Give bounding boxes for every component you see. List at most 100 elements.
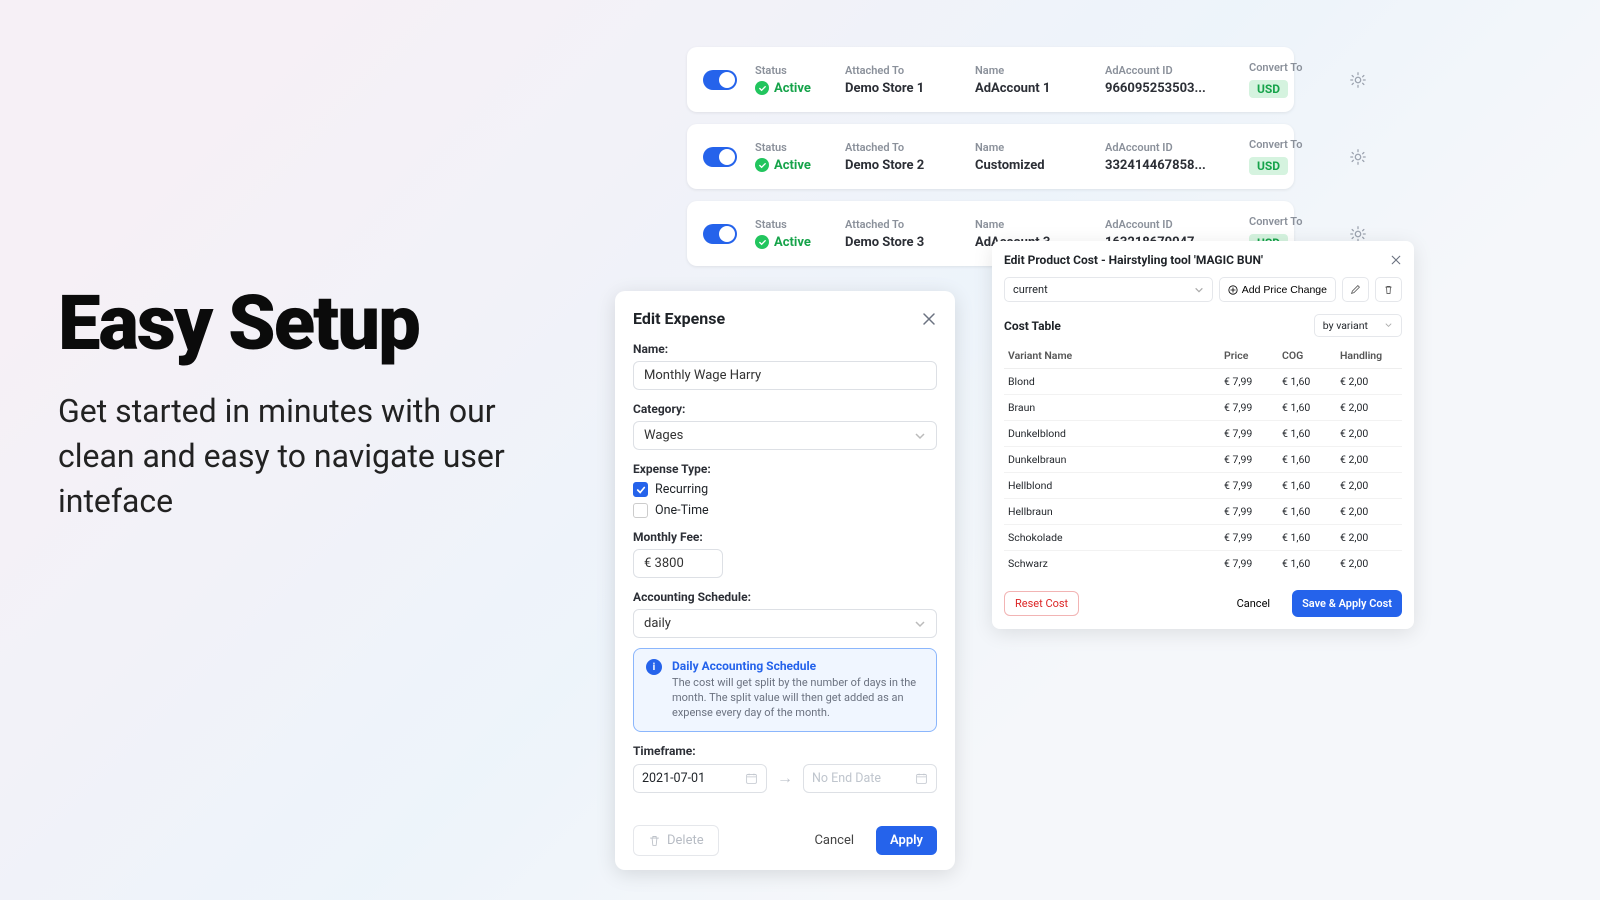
cost-modal-title: Edit Product Cost - Hairstyling tool 'MA…	[1004, 253, 1263, 267]
cancel-button[interactable]: Cancel	[800, 826, 868, 855]
chevron-down-icon	[914, 618, 926, 630]
convert-to-label: Convert To	[1249, 61, 1331, 74]
handling-cell: € 2,00	[1340, 401, 1398, 414]
cog-cell: € 1,60	[1282, 557, 1340, 570]
edit-expense-modal: Edit Expense Name: Category: Wages Expen…	[615, 291, 955, 870]
hero-subtitle: Get started in minutes with our clean an…	[58, 389, 558, 523]
fee-label: Monthly Fee:	[633, 530, 937, 544]
adaccount-id-label: AdAccount ID	[1105, 141, 1231, 154]
onetime-checkbox[interactable]	[633, 503, 648, 518]
table-row: Braun € 7,99 € 1,60 € 2,00	[1004, 395, 1402, 421]
schedule-info-box: i Daily Accounting Schedule The cost wil…	[633, 648, 937, 732]
gear-icon[interactable]	[1349, 225, 1367, 243]
handling-cell: € 2,00	[1340, 453, 1398, 466]
plus-circle-icon	[1228, 285, 1238, 295]
check-circle-icon	[755, 158, 769, 172]
variant-cell: Dunkelbraun	[1008, 453, 1224, 466]
col-handling: Handling	[1340, 349, 1398, 362]
close-icon[interactable]	[921, 311, 937, 327]
save-apply-button[interactable]: Save & Apply Cost	[1292, 590, 1402, 617]
attached-to-label: Attached To	[845, 64, 957, 77]
price-cell: € 7,99	[1224, 375, 1282, 388]
check-circle-icon	[755, 81, 769, 95]
cost-table-title: Cost Table	[1004, 319, 1061, 333]
attached-to-label: Attached To	[845, 218, 957, 231]
add-price-change-button[interactable]: Add Price Change	[1219, 277, 1336, 302]
status-value: Active	[755, 235, 827, 250]
end-date-input[interactable]: No End Date	[803, 764, 937, 793]
table-row: Dunkelbraun € 7,99 € 1,60 € 2,00	[1004, 447, 1402, 473]
category-select[interactable]: Wages	[633, 421, 937, 450]
name-value: AdAccount 1	[975, 81, 1087, 96]
price-cell: € 7,99	[1224, 505, 1282, 518]
variant-cell: Hellbraun	[1008, 505, 1224, 518]
trash-icon	[648, 834, 661, 847]
info-icon: i	[646, 659, 662, 675]
account-toggle[interactable]	[703, 147, 737, 167]
gear-icon[interactable]	[1349, 148, 1367, 166]
price-cell: € 7,99	[1224, 401, 1282, 414]
cog-cell: € 1,60	[1282, 375, 1340, 388]
table-row: Blond € 7,99 € 1,60 € 2,00	[1004, 369, 1402, 395]
cog-cell: € 1,60	[1282, 479, 1340, 492]
price-cell: € 7,99	[1224, 453, 1282, 466]
account-toggle[interactable]	[703, 224, 737, 244]
adaccount-id-value: 966095253503...	[1105, 81, 1231, 96]
cog-cell: € 1,60	[1282, 453, 1340, 466]
category-label: Category:	[633, 402, 937, 416]
table-header-row: Variant Name Price COG Handling	[1004, 343, 1402, 369]
table-row: Hellbraun € 7,99 € 1,60 € 2,00	[1004, 499, 1402, 525]
adaccount-id-label: AdAccount ID	[1105, 64, 1231, 77]
col-price: Price	[1224, 349, 1282, 362]
period-select[interactable]: current	[1004, 277, 1213, 302]
price-cell: € 7,99	[1224, 479, 1282, 492]
handling-cell: € 2,00	[1340, 479, 1398, 492]
edit-button[interactable]	[1342, 277, 1369, 302]
name-value: Customized	[975, 158, 1087, 173]
account-card: Status Active Attached To Demo Store 1 N…	[687, 47, 1294, 112]
start-date-input[interactable]: 2021-07-01	[633, 764, 767, 793]
attached-to-value: Demo Store 2	[845, 158, 957, 173]
hero-title: Easy Setup	[58, 285, 558, 361]
reset-cost-button[interactable]: Reset Cost	[1004, 591, 1079, 616]
variant-cell: Blond	[1008, 375, 1224, 388]
variant-cell: Dunkelblond	[1008, 427, 1224, 440]
start-date-value: 2021-07-01	[642, 771, 705, 786]
adaccount-id-value: 332414467858...	[1105, 158, 1231, 173]
timeframe-label: Timeframe:	[633, 744, 937, 758]
account-toggle[interactable]	[703, 70, 737, 90]
trash-icon	[1383, 284, 1394, 295]
attached-to-label: Attached To	[845, 141, 957, 154]
schedule-label: Accounting Schedule:	[633, 590, 937, 604]
info-body: The cost will get split by the number of…	[672, 676, 924, 721]
period-value: current	[1013, 283, 1048, 296]
col-cog: COG	[1282, 349, 1340, 362]
delete-icon-button[interactable]	[1375, 277, 1402, 302]
status-label: Status	[755, 141, 827, 154]
table-row: Dunkelblond € 7,99 € 1,60 € 2,00	[1004, 421, 1402, 447]
table-row: Schwarz € 7,99 € 1,60 € 2,00	[1004, 551, 1402, 576]
delete-button[interactable]: Delete	[633, 825, 719, 856]
fee-input[interactable]	[633, 549, 723, 578]
expense-type-label: Expense Type:	[633, 462, 937, 476]
recurring-checkbox[interactable]	[633, 482, 648, 497]
name-input[interactable]	[633, 361, 937, 390]
gear-icon[interactable]	[1349, 71, 1367, 89]
group-by-select[interactable]: by variant	[1314, 314, 1402, 337]
name-label: Name	[975, 141, 1087, 154]
status-label: Status	[755, 218, 827, 231]
cog-cell: € 1,60	[1282, 505, 1340, 518]
handling-cell: € 2,00	[1340, 531, 1398, 544]
currency-badge: USD	[1249, 80, 1288, 98]
close-icon[interactable]	[1390, 254, 1402, 266]
apply-button[interactable]: Apply	[876, 826, 937, 855]
convert-to-label: Convert To	[1249, 138, 1331, 151]
variant-cell: Schokolade	[1008, 531, 1224, 544]
onetime-label: One-Time	[655, 503, 709, 518]
schedule-select[interactable]: daily	[633, 609, 937, 638]
chevron-down-icon	[1194, 285, 1204, 295]
group-by-value: by variant	[1323, 319, 1368, 332]
price-cell: € 7,99	[1224, 557, 1282, 570]
currency-badge: USD	[1249, 157, 1288, 175]
cancel-button[interactable]: Cancel	[1223, 590, 1284, 617]
